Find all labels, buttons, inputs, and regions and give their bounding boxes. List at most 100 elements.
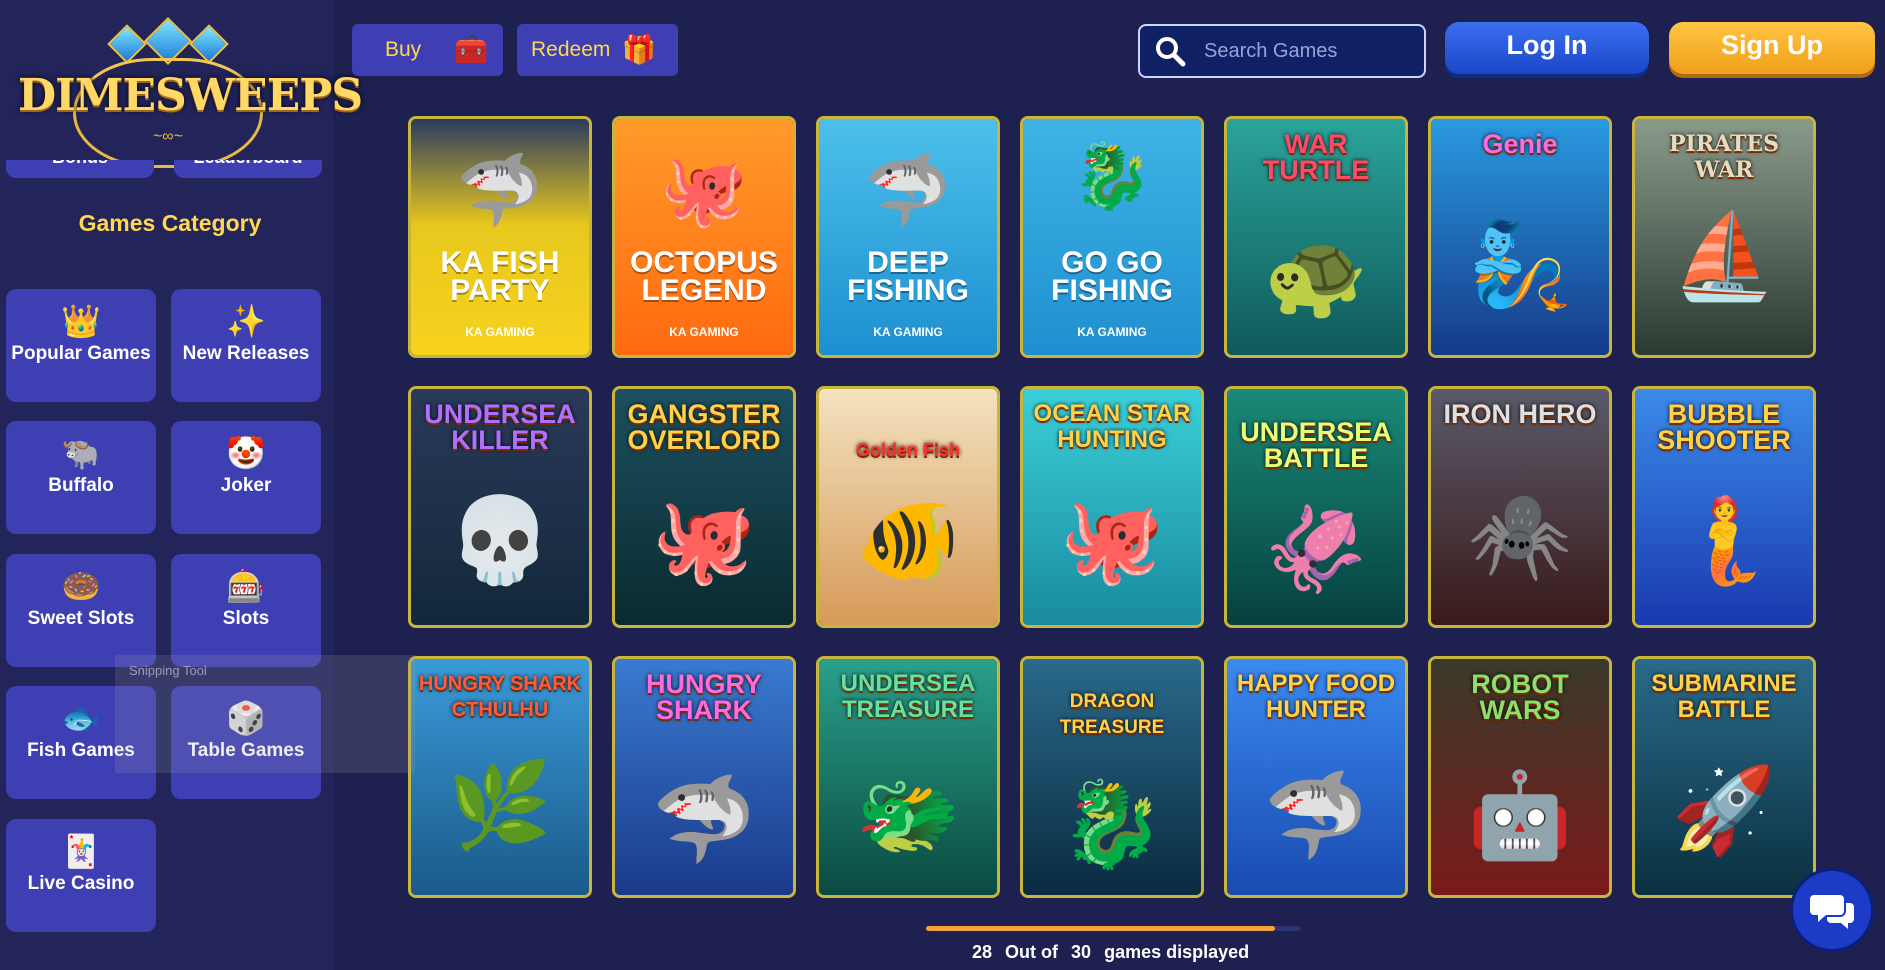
game-title: IRON HERO [1443,399,1597,429]
search-input[interactable] [1204,36,1414,66]
games-out-of-label: Out of [1005,942,1059,962]
search-box[interactable] [1138,24,1426,78]
category-sweet-slots[interactable]: 🍩 Sweet Slots [6,554,156,667]
skeleton-art-icon: 💀 [447,493,553,588]
octopus-art-icon: 🐙 [660,150,748,229]
games-progress-bar [926,926,1301,931]
game-provider: KA GAMING [465,325,535,339]
octopus-art-icon: 🐙 [1059,493,1165,588]
stars-icon: ✨ [226,303,266,339]
cards-icon: 🃏 [61,833,101,869]
category-label: New Releases [182,343,310,364]
redeem-button[interactable]: Redeem 🎁 [517,24,678,76]
octopus-art-icon: 🐙 [651,493,757,588]
shark-art-icon: 🦈 [864,150,952,229]
signup-button[interactable]: Sign Up [1669,22,1875,74]
game-title: HAPPY FOOD HUNTER [1236,670,1396,723]
logo-gems [107,16,229,66]
games-total-count: 30 [1071,942,1092,962]
game-title: UNDERSEA KILLER [424,399,576,455]
buy-label: Buy [385,38,422,61]
category-popular-games[interactable]: 👑 Popular Games [6,289,156,402]
game-title: WAR TURTLE [1262,129,1370,185]
category-label: Slots [222,608,270,629]
game-card[interactable]: UNDERSEA KILLER 💀 [408,386,592,628]
sidebar: DIMESWEEPS ~∞~ Bonus Leaderboard Games C… [0,0,363,970]
game-card[interactable]: WAR TURTLE 🐢 [1224,116,1408,358]
game-card[interactable]: 🦈 DEEP FISHING KA GAMING [816,116,1000,358]
buffalo-icon: 🐃 [61,435,101,471]
games-shown-count: 28 [972,942,993,962]
dragon-art-icon: 🐉 [1059,777,1165,872]
game-card[interactable]: IRON HERO 🕷️ [1428,386,1612,628]
game-title: GANGSTER OVERLORD [627,399,781,455]
game-card[interactable]: 🐙 OCTOPUS LEGEND KA GAMING [612,116,796,358]
category-new-releases[interactable]: ✨ New Releases [171,289,321,402]
game-provider: KA GAMING [873,325,943,339]
logo-ornament-icon: ~∞~ [152,128,184,145]
category-slots[interactable]: 🎰 Slots [171,554,321,667]
game-title: PIRATES WAR [1668,131,1779,183]
joker-icon: 🤡 [226,435,266,471]
category-label: Buffalo [48,475,114,496]
golden-fish-art-icon: 🐠 [855,493,961,588]
category-joker[interactable]: 🤡 Joker [171,421,321,534]
game-card[interactable]: 🐉 GO GO FISHING KA GAMING [1020,116,1204,358]
turtle-art-icon: 🐢 [1263,227,1369,322]
game-title: OCTOPUS LEGEND [630,246,778,307]
game-title: GO GO FISHING [1051,246,1173,307]
leaderboard-link[interactable]: Leaderboard [174,160,322,178]
games-count: 28 Out of 30 games displayed [972,942,1257,963]
crown-icon: 👑 [61,303,101,339]
game-card[interactable]: GANGSTER OVERLORD 🐙 [612,386,796,628]
bonus-link[interactable]: Bonus [6,160,154,178]
chat-button[interactable] [1793,871,1871,949]
game-card[interactable]: BUBBLE SHOOTER 🧜 [1632,386,1816,628]
game-card[interactable]: UNDERSEA BATTLE 🦑 [1224,386,1408,628]
game-card[interactable]: HUNGRY SHARK CTHULHU 🌿 [408,656,592,898]
game-card[interactable]: Golden Fish 🐠 [816,386,1000,628]
buy-button[interactable]: Buy 🧰 [352,24,503,76]
game-card[interactable]: UNDERSEA TREASURE 🐲 [816,656,1000,898]
category-label: Joker [220,475,272,496]
game-title: KA FISH PARTY [440,246,560,307]
category-buffalo[interactable]: 🐃 Buffalo [6,421,156,534]
game-card[interactable]: 🦈 KA FISH PARTY KA GAMING [408,116,592,358]
game-title: HUNGRY SHARK CTHULHU [418,673,582,721]
pirate-ship-art-icon: ⛵ [1671,208,1777,303]
game-card[interactable]: ROBOT WARS 🤖 [1428,656,1612,898]
game-card[interactable]: PIRATES WAR ⛵ [1632,116,1816,358]
donut-icon: 🍩 [61,568,101,604]
dimesweeps-logo[interactable]: DIMESWEEPS ~∞~ [18,16,363,168]
game-title: DEEP FISHING [847,246,969,307]
game-card[interactable]: OCEAN STAR HUNTING 🐙 [1020,386,1204,628]
tentacle-eye-art-icon: 🌿 [447,758,553,853]
genie-art-icon: 🧞 [1467,218,1573,313]
logo-text: DIMESWEEPS [18,70,363,121]
game-card[interactable]: HUNGRY SHARK 🦈 [612,656,796,898]
gift-icon: 🎁 [621,34,657,65]
category-label: Popular Games [11,343,151,364]
game-title: OCEAN STAR HUNTING [1033,400,1191,453]
chat-icon [1810,895,1854,929]
submarine-art-icon: 🚀 [1671,763,1777,858]
game-title: ROBOT WARS [1471,669,1569,725]
spider-robot-art-icon: 🕷️ [1467,488,1573,583]
progress-fill [926,926,1275,931]
games-displayed-label: games displayed [1104,942,1250,962]
game-title: BUBBLE SHOOTER [1657,399,1791,455]
game-provider: KA GAMING [669,325,739,339]
game-card[interactable]: Genie 🧞 [1428,116,1612,358]
login-button[interactable]: Log In [1445,22,1649,74]
game-title: UNDERSEA BATTLE [1240,417,1392,473]
sea-creature-art-icon: 🦑 [1263,502,1369,597]
game-card[interactable]: HAPPY FOOD HUNTER 🦈 [1224,656,1408,898]
app-root: DIMESWEEPS ~∞~ Bonus Leaderboard Games C… [0,0,1885,970]
redeem-label: Redeem [531,38,611,61]
category-live-casino[interactable]: 🃏 Live Casino [6,819,156,932]
treasure-chest-icon: 🧰 [453,34,489,65]
game-card[interactable]: DRAGON TREASURE 🐉 [1020,656,1204,898]
game-card[interactable]: SUBMARINE BATTLE 🚀 [1632,656,1816,898]
search-icon [1156,37,1186,67]
game-provider: KA GAMING [1077,325,1147,339]
